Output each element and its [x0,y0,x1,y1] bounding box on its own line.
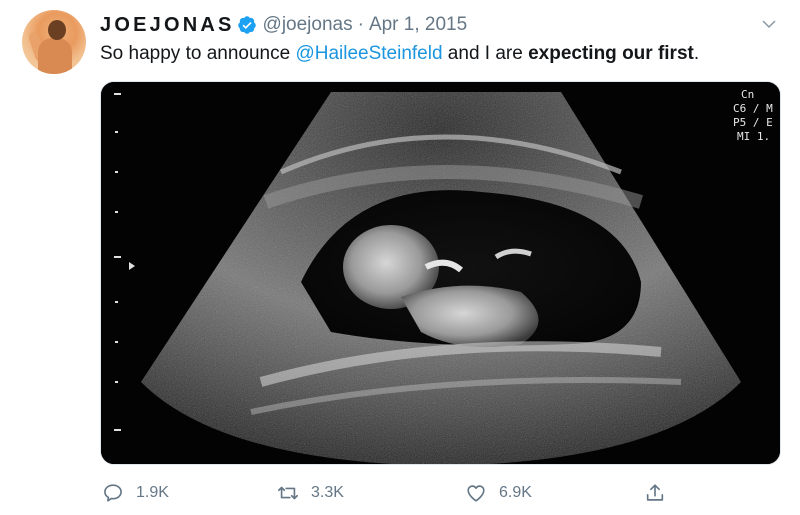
reply-button[interactable]: 1.9K [102,480,169,506]
tweet-text: So happy to announce @HaileeSteinfeld an… [100,41,699,67]
verified-badge-icon [237,16,256,34]
share-icon [646,484,664,501]
retweet-button[interactable]: 3.3K [277,480,344,506]
overlay-text: Cn [741,88,754,101]
retweet-count: 3.3K [311,484,344,501]
like-icon [467,485,485,502]
overlay-text: MI 1. [737,130,770,143]
author-handle[interactable]: @joejonas [263,14,353,36]
retweet-icon [278,486,298,500]
tweet-text-part: and I are [442,43,529,64]
like-button[interactable]: 6.9K [465,480,532,506]
overlay-text: P5 / E [733,116,773,129]
tweet-text-part: . [693,43,700,64]
share-button[interactable] [644,480,678,506]
overlay-text: C6 / M [733,102,773,115]
like-count: 6.9K [499,484,532,501]
tweet-header: JOEJONAS @joejonas · Apr 1, 2015 [100,13,467,37]
chevron-down-icon[interactable] [760,15,778,33]
tweet-text-part: So happy to announce [100,43,296,64]
separator-dot: · [357,14,364,35]
reply-icon [104,484,122,502]
avatar[interactable] [22,10,86,74]
tweet-date[interactable]: Apr 1, 2015 [369,14,467,36]
tweet-text-bold: expecting our first [528,43,694,64]
mention-link[interactable]: @HaileeSteinfeld [295,43,442,64]
display-name[interactable]: JOEJONAS [100,14,235,37]
ultrasound-image[interactable]: Cn C6 / M P5 / E MI 1. [100,81,781,465]
tweet-actions: 1.9K 3.3K 6.9K [100,480,700,506]
reply-count: 1.9K [136,484,169,501]
